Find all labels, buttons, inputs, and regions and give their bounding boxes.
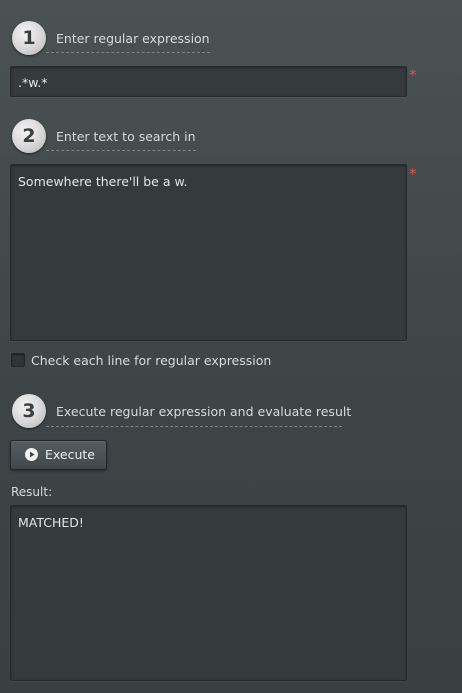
regex-input[interactable]: .*w.* [10, 66, 407, 97]
step-2-divider [46, 150, 196, 151]
result-label: Result: [11, 485, 53, 499]
step-1-title: Enter regular expression [56, 31, 210, 46]
step-2-title: Enter text to search in [56, 129, 196, 144]
step-3-title: Execute regular expression and evaluate … [56, 404, 352, 419]
search-text-required-marker: * [409, 165, 417, 183]
step-3-badge: 3 [12, 394, 46, 428]
result-value: MATCHED! [18, 515, 84, 530]
step-1-divider [46, 52, 210, 53]
search-text-value: Somewhere there'll be a w. [18, 174, 188, 189]
step-2-badge: 2 [12, 119, 46, 153]
step-1-badge: 1 [12, 21, 46, 55]
regex-input-value: .*w.* [18, 75, 48, 90]
each-line-label[interactable]: Check each line for regular expression [31, 353, 271, 368]
each-line-checkbox[interactable] [11, 353, 25, 367]
search-text-area[interactable]: Somewhere there'll be a w. [10, 164, 407, 341]
play-circle-icon [25, 448, 38, 461]
execute-button-label: Execute [45, 447, 95, 462]
regex-required-marker: * [409, 66, 417, 84]
execute-button[interactable]: Execute [10, 440, 107, 470]
result-output: MATCHED! [10, 505, 407, 681]
step-3-divider [46, 426, 342, 427]
